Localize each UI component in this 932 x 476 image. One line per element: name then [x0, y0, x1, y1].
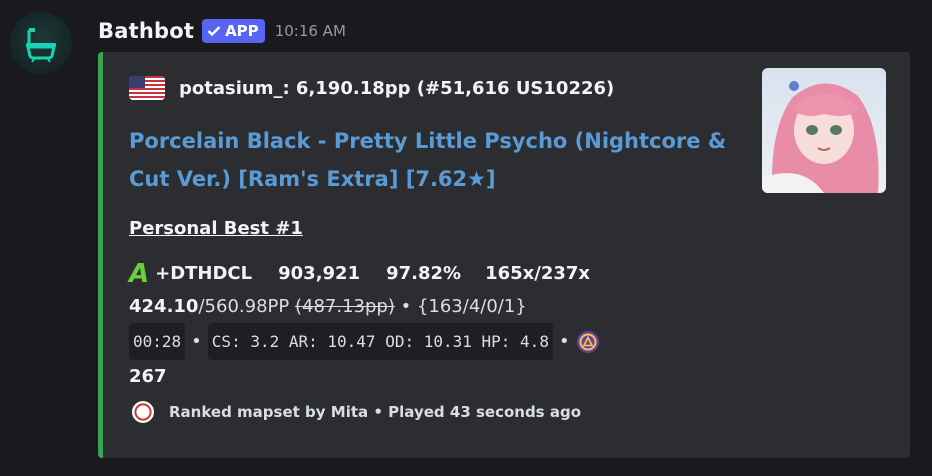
score-details: Personal Best #1 A +DTHDCL 903,921 97.82…: [129, 212, 600, 393]
check-icon: [207, 26, 221, 37]
footer-text: Ranked mapset by Mita • Played 43 second…: [169, 403, 582, 421]
ranked-icon: [132, 401, 154, 423]
hit-counts: {163/4/0/1}: [416, 296, 527, 317]
score-embed: potasium_: 6,190.18pp (#51,616 US10226) …: [98, 52, 910, 458]
map-stats: CS: 3.2 AR: 10.47 OD: 10.31 HP: 4.8: [207, 323, 553, 360]
embed-footer: Ranked mapset by Mita • Played 43 second…: [131, 400, 581, 424]
us-flag-icon: [129, 76, 165, 100]
pp-max: /560.98PP: [198, 296, 290, 317]
app-badge-label: APP: [225, 22, 259, 40]
embed-author: potasium_: 6,190.18pp (#51,616 US10226): [129, 76, 614, 100]
beatmap-title-link[interactable]: Porcelain Black - Pretty Little Psycho (…: [129, 122, 739, 198]
separator: •: [558, 331, 570, 352]
beatmap-thumbnail[interactable]: [762, 68, 886, 193]
separator: •: [400, 296, 412, 317]
score: 903,921: [278, 263, 361, 284]
map-info-row: 00:28 • CS: 3.2 AR: 10.47 OD: 10.31 HP: …: [129, 323, 600, 360]
app-badge: APP: [202, 19, 265, 43]
bathtub-icon: [26, 28, 56, 63]
bpm: 267: [129, 366, 167, 387]
bot-avatar[interactable]: [10, 12, 72, 74]
separator: •: [191, 331, 202, 352]
mods: +DTHDCL: [155, 263, 253, 284]
pp-row: 424.10/560.98PP (487.13pp) • {163/4/0/1}: [129, 290, 600, 323]
map-length: 00:28: [129, 323, 186, 360]
mode-icon: [576, 330, 599, 353]
pp-value: 424.10: [129, 296, 199, 317]
message-header: Bathbot APP 10:16 AM: [98, 15, 346, 47]
score-stats-row: A +DTHDCL 903,921 97.82% 165x/237x: [129, 257, 600, 290]
combo: 165x/237x: [485, 263, 591, 284]
grade-a-icon: A: [129, 258, 150, 289]
accuracy: 97.82%: [386, 263, 462, 284]
personal-best-label: Personal Best #1: [129, 218, 303, 239]
bot-username[interactable]: Bathbot: [98, 19, 194, 43]
pp-if-fc: (487.13pp): [294, 296, 395, 317]
author-name[interactable]: potasium_: 6,190.18pp (#51,616 US10226): [179, 78, 614, 99]
message-timestamp[interactable]: 10:16 AM: [275, 22, 346, 40]
